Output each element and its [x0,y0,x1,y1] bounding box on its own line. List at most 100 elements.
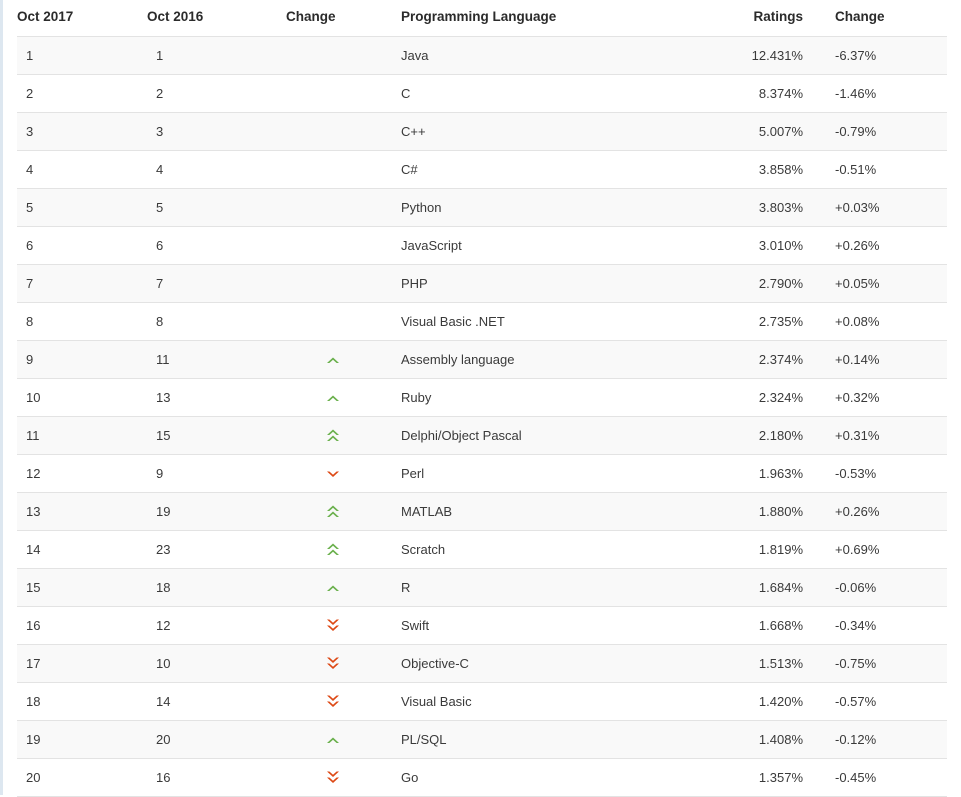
cell-rank-previous: 15 [147,416,274,455]
cell-rank-current: 18 [17,682,147,721]
cell-programming-language: Objective-C [392,644,704,683]
chevron-up-icon [325,583,341,594]
chevron-double-up-icon [325,541,341,558]
cell-rank-current: 12 [17,454,147,493]
table-row: 10 13 Ruby 2.324% +0.32% [17,378,947,417]
chevron-up-icon [325,735,341,746]
cell-ratings: 1.963% [704,454,824,493]
cell-ratings-change: +0.03% [824,188,947,227]
cell-rank-current: 15 [17,568,147,607]
cell-change-indicator [274,492,392,531]
cell-ratings-change: +0.26% [824,226,947,265]
table-body: 1 1 Java 12.431% -6.37% 2 2 C 8.374% -1.46% 3 3 C++ 5… [17,36,947,797]
chevron-double-down-icon [325,655,341,672]
table-row: 16 12 Swift 1.668% -0.34% [17,606,947,645]
cell-rank-previous: 6 [147,226,274,265]
change-none [326,199,340,213]
chevron-double-down-icon [325,617,341,634]
cell-rank-previous: 20 [147,720,274,759]
cell-change-indicator [274,74,392,113]
change-none [326,161,340,175]
cell-rank-current: 11 [17,416,147,455]
column-header-ratings: Ratings [753,9,803,24]
cell-rank-previous: 8 [147,302,274,341]
cell-ratings-change: -0.34% [824,606,947,645]
cell-rank-current: 14 [17,530,147,569]
table-row: 19 20 PL/SQL 1.408% -0.12% [17,720,947,759]
tiobe-index-panel: Oct 2017 Oct 2016 Change Programming Lan… [17,0,947,797]
cell-change-indicator [274,112,392,151]
cell-rank-current: 17 [17,644,147,683]
table-row: 6 6 JavaScript 3.010% +0.26% [17,226,947,265]
cell-rank-previous: 13 [147,378,274,417]
cell-programming-language: C [392,74,704,113]
table-row: 20 16 Go 1.357% -0.45% [17,758,947,797]
cell-ratings-change: +0.26% [824,492,947,531]
table-row: 15 18 R 1.684% -0.06% [17,568,947,607]
cell-ratings: 8.374% [704,74,824,113]
column-header-rank-previous: Oct 2016 [147,9,204,24]
chevron-double-up-icon [325,427,341,444]
cell-ratings-change: +0.14% [824,340,947,379]
left-edge-rail [0,0,3,795]
cell-ratings-change: -1.46% [824,74,947,113]
table-row: 5 5 Python 3.803% +0.03% [17,188,947,227]
cell-change-indicator [274,416,392,455]
cell-ratings: 1.819% [704,530,824,569]
cell-ratings-change: -0.79% [824,112,947,151]
cell-rank-previous: 7 [147,264,274,303]
cell-programming-language: C++ [392,112,704,151]
cell-ratings-change: -0.45% [824,758,947,797]
cell-programming-language: Python [392,188,704,227]
change-none [326,237,340,251]
cell-ratings: 1.668% [704,606,824,645]
cell-change-indicator [274,36,392,75]
cell-change-indicator [274,378,392,417]
change-none [326,85,340,99]
cell-rank-current: 19 [17,720,147,759]
cell-change-indicator [274,264,392,303]
cell-ratings: 1.513% [704,644,824,683]
cell-rank-previous: 9 [147,454,274,493]
cell-rank-previous: 19 [147,492,274,531]
cell-ratings-change: -0.57% [824,682,947,721]
cell-rank-current: 8 [17,302,147,341]
cell-rank-previous: 14 [147,682,274,721]
cell-ratings-change: -0.06% [824,568,947,607]
cell-ratings: 2.735% [704,302,824,341]
chevron-double-down-icon [325,769,341,786]
cell-ratings: 1.357% [704,758,824,797]
cell-programming-language: Go [392,758,704,797]
cell-ratings-change: -0.12% [824,720,947,759]
table-row: 11 15 Delphi/Object Pascal 2.180% +0.31% [17,416,947,455]
cell-rank-previous: 2 [147,74,274,113]
table-header-row: Oct 2017 Oct 2016 Change Programming Lan… [17,0,947,37]
table-row: 3 3 C++ 5.007% -0.79% [17,112,947,151]
cell-ratings-change: -6.37% [824,36,947,75]
cell-change-indicator [274,150,392,189]
column-header-ratings-change: Change [835,9,885,24]
cell-change-indicator [274,302,392,341]
cell-ratings-change: -0.51% [824,150,947,189]
cell-rank-current: 13 [17,492,147,531]
table-row: 13 19 MATLAB 1.880% +0.26% [17,492,947,531]
cell-ratings-change: -0.53% [824,454,947,493]
cell-rank-previous: 3 [147,112,274,151]
cell-rank-current: 6 [17,226,147,265]
cell-programming-language: Delphi/Object Pascal [392,416,704,455]
cell-rank-previous: 16 [147,758,274,797]
cell-programming-language: R [392,568,704,607]
chevron-double-down-icon [325,693,341,710]
cell-programming-language: MATLAB [392,492,704,531]
cell-ratings-change: +0.32% [824,378,947,417]
cell-ratings: 1.420% [704,682,824,721]
cell-rank-current: 5 [17,188,147,227]
chevron-down-icon [325,469,341,480]
cell-ratings: 2.790% [704,264,824,303]
cell-change-indicator [274,454,392,493]
cell-programming-language: Visual Basic .NET [392,302,704,341]
cell-ratings-change: -0.75% [824,644,947,683]
cell-rank-current: 4 [17,150,147,189]
cell-programming-language: JavaScript [392,226,704,265]
cell-change-indicator [274,682,392,721]
